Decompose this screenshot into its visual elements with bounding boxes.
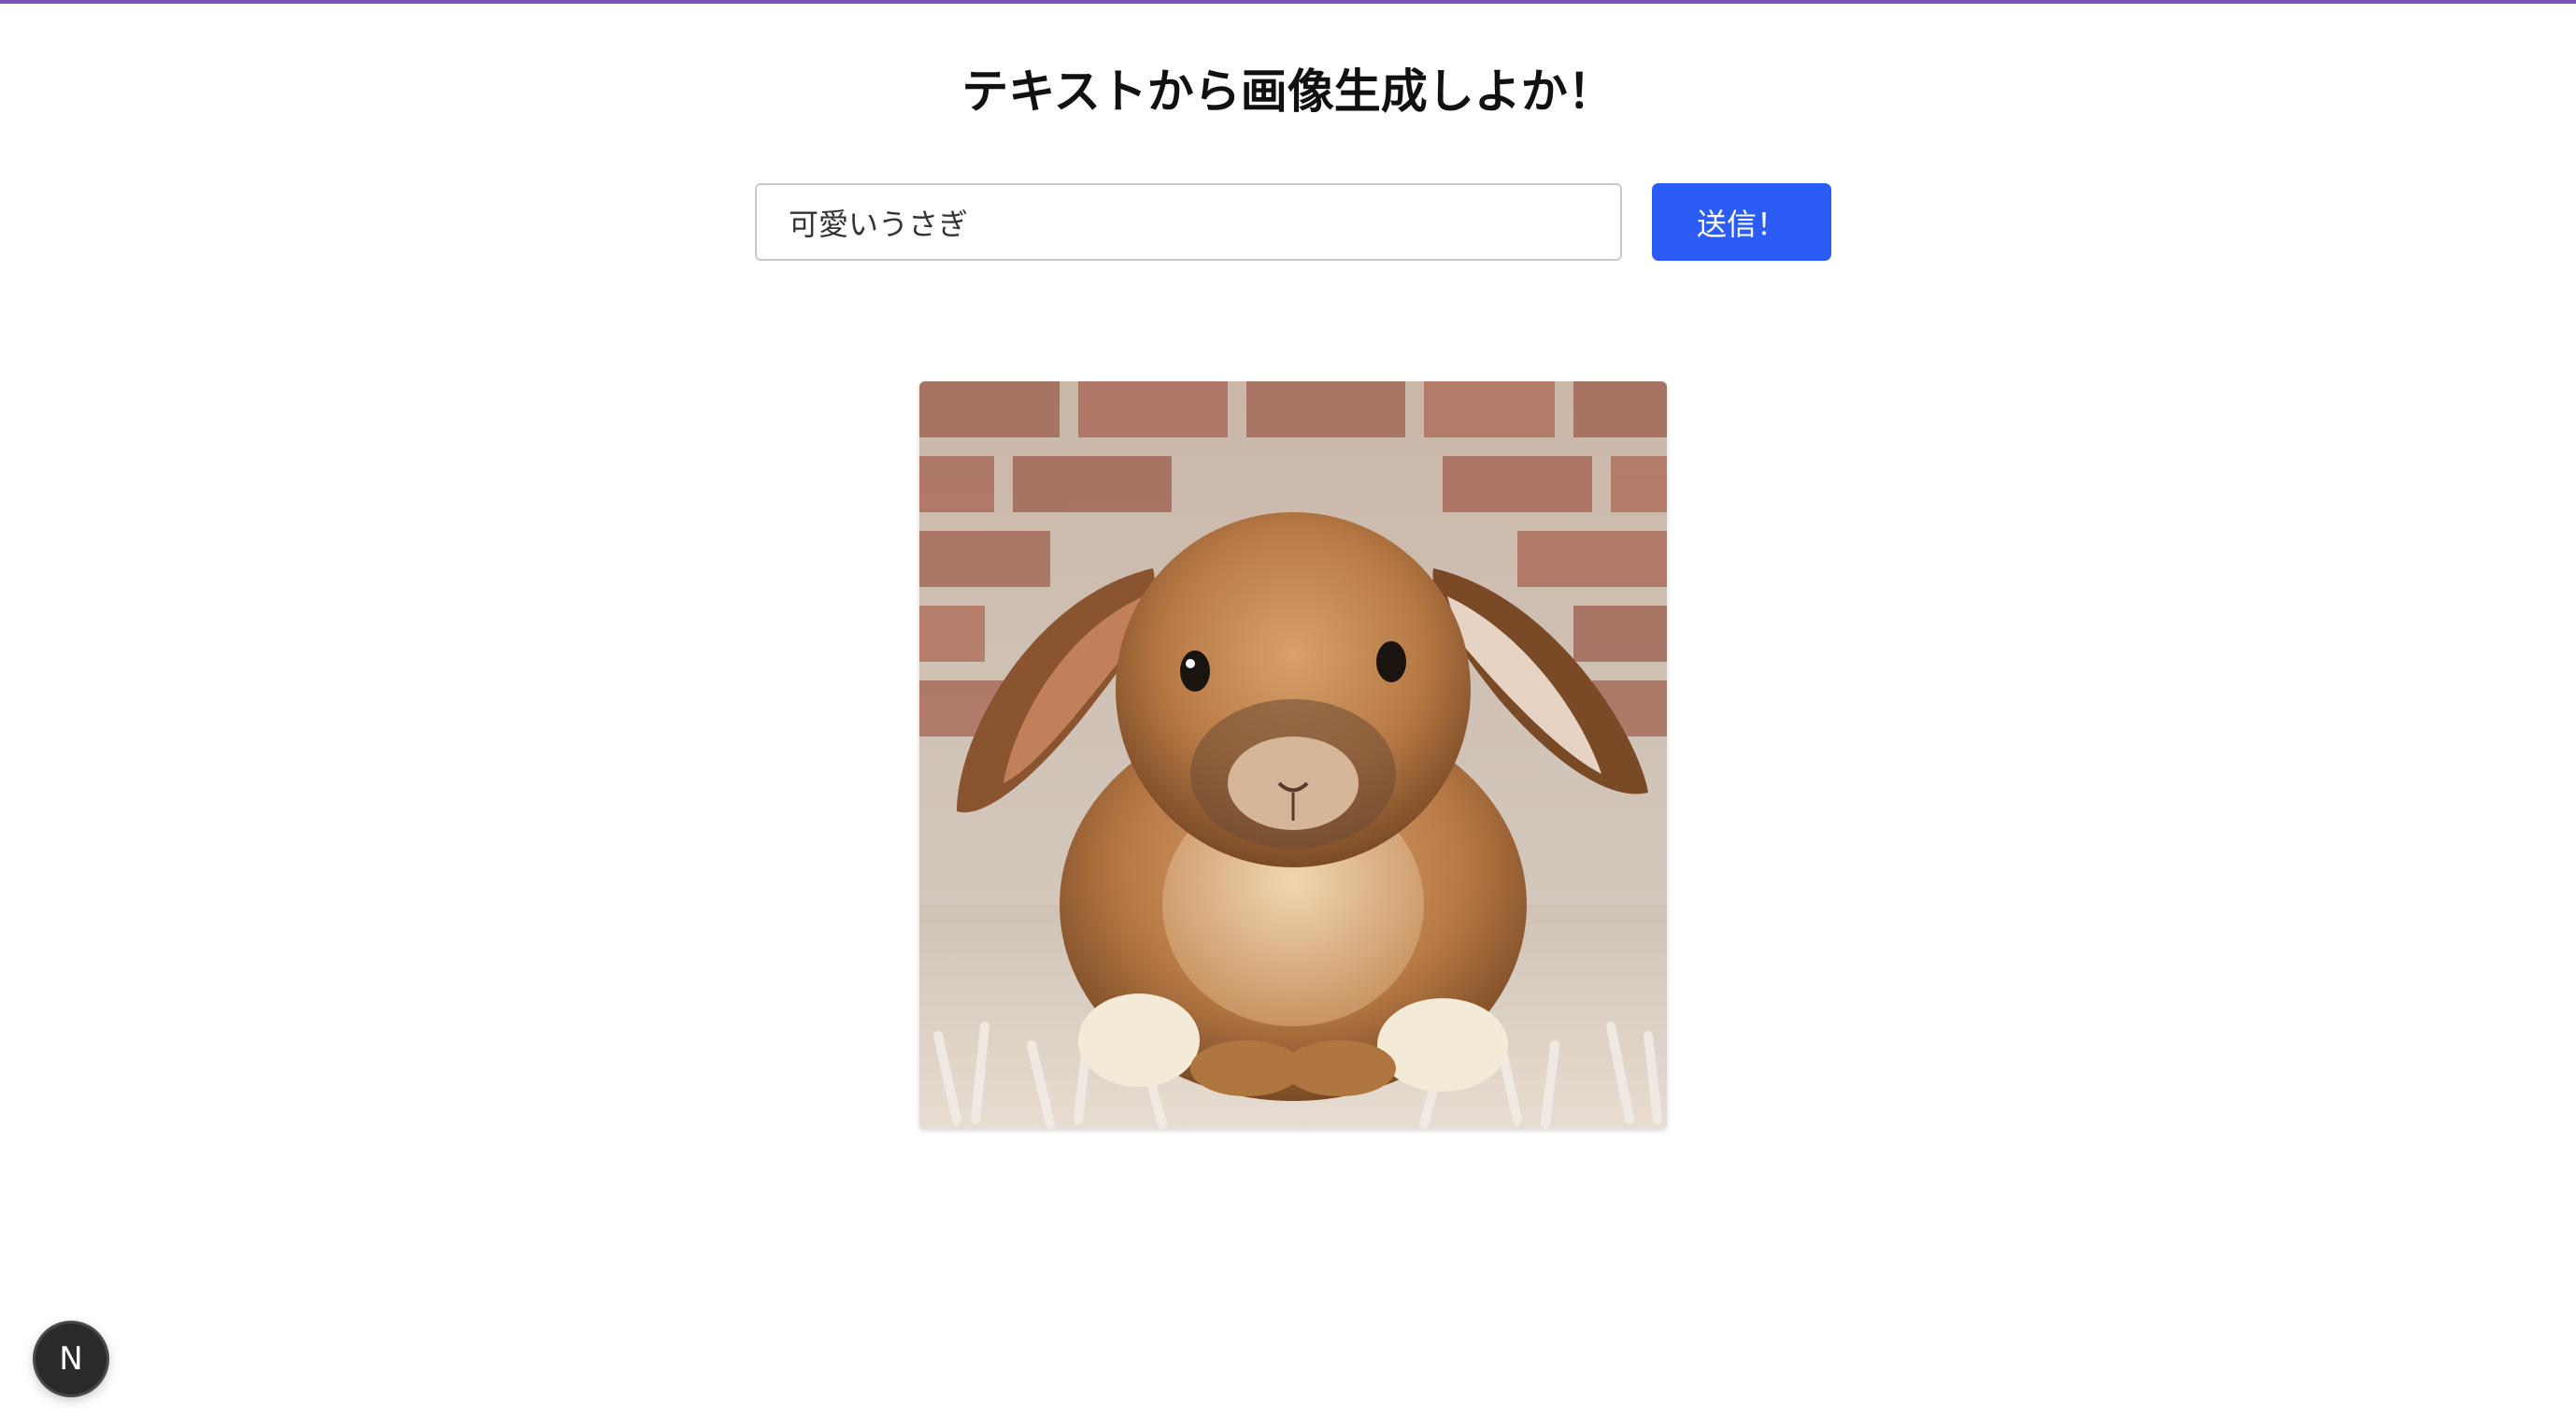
generated-image <box>919 381 1667 1129</box>
prompt-input[interactable] <box>755 183 1622 261</box>
top-accent-bar <box>0 0 2576 4</box>
page-title: テキストから画像生成しよか！ <box>961 64 1615 119</box>
nextjs-icon[interactable]: N <box>36 1323 107 1395</box>
submit-button[interactable]: 送信！ <box>1652 183 1831 261</box>
